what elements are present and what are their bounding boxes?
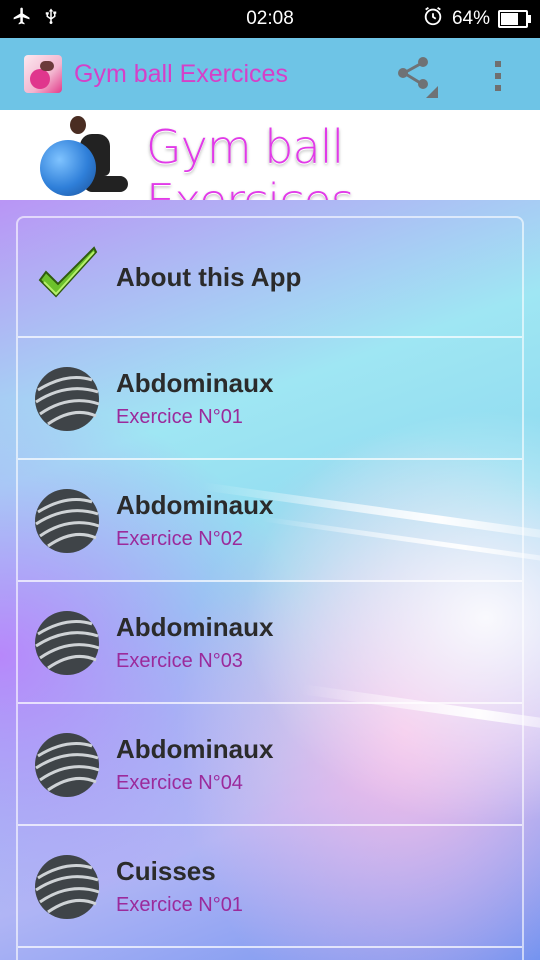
gym-ball-icon xyxy=(34,732,100,803)
header-banner: Gym ball Exercices xyxy=(0,110,540,200)
status-bar: 02:08 64% xyxy=(0,0,540,38)
app-title: Gym ball Exercices xyxy=(74,59,288,88)
share-icon xyxy=(394,57,438,102)
list-item[interactable]: Abdominaux Exercice N°02 xyxy=(18,460,522,582)
list-item-subtitle: Exercice N°03 xyxy=(116,650,243,672)
more-vert-icon xyxy=(495,61,501,67)
list-item[interactable]: Abdominaux Exercice N°04 xyxy=(18,704,522,826)
list-item[interactable]: Abdominaux Exercice N°01 xyxy=(18,338,522,460)
app-logo-icon xyxy=(24,55,62,93)
list-item[interactable]: Cuisses Exercice N°01 xyxy=(18,826,522,948)
list-item-title: Abdominaux xyxy=(116,612,274,642)
checkmark-icon xyxy=(34,244,100,315)
list-item-title: About this App xyxy=(116,262,302,292)
list-item-title: Cuisses xyxy=(116,856,216,886)
gym-ball-icon xyxy=(34,488,100,559)
app-bar: Gym ball Exercices xyxy=(0,38,540,110)
list-item-about[interactable]: About this App xyxy=(18,218,522,338)
list-item-title: Abdominaux xyxy=(116,368,274,398)
gym-ball-icon xyxy=(34,610,100,681)
list-item[interactable]: Abdominaux Exercice N°03 xyxy=(18,582,522,704)
list-item-title: Abdominaux xyxy=(116,734,274,764)
list-item-subtitle: Exercice N°04 xyxy=(116,772,243,794)
battery-icon xyxy=(498,10,531,28)
list-item-title: Abdominaux xyxy=(116,490,274,520)
more-options-button[interactable] xyxy=(486,56,510,96)
exercise-list: About this App Abdominaux Exercice N°01 xyxy=(16,216,524,960)
gym-ball-illustration xyxy=(40,140,96,196)
share-button[interactable] xyxy=(394,56,438,98)
list-item-subtitle: Exercice N°02 xyxy=(116,528,243,550)
gym-ball-icon xyxy=(34,366,100,437)
list-item-subtitle: Exercice N°01 xyxy=(116,894,243,916)
list-item-subtitle: Exercice N°01 xyxy=(116,406,243,428)
banner-title: Gym ball Exercices xyxy=(146,120,355,200)
status-time: 02:08 xyxy=(246,8,294,29)
gym-ball-icon xyxy=(34,854,100,925)
